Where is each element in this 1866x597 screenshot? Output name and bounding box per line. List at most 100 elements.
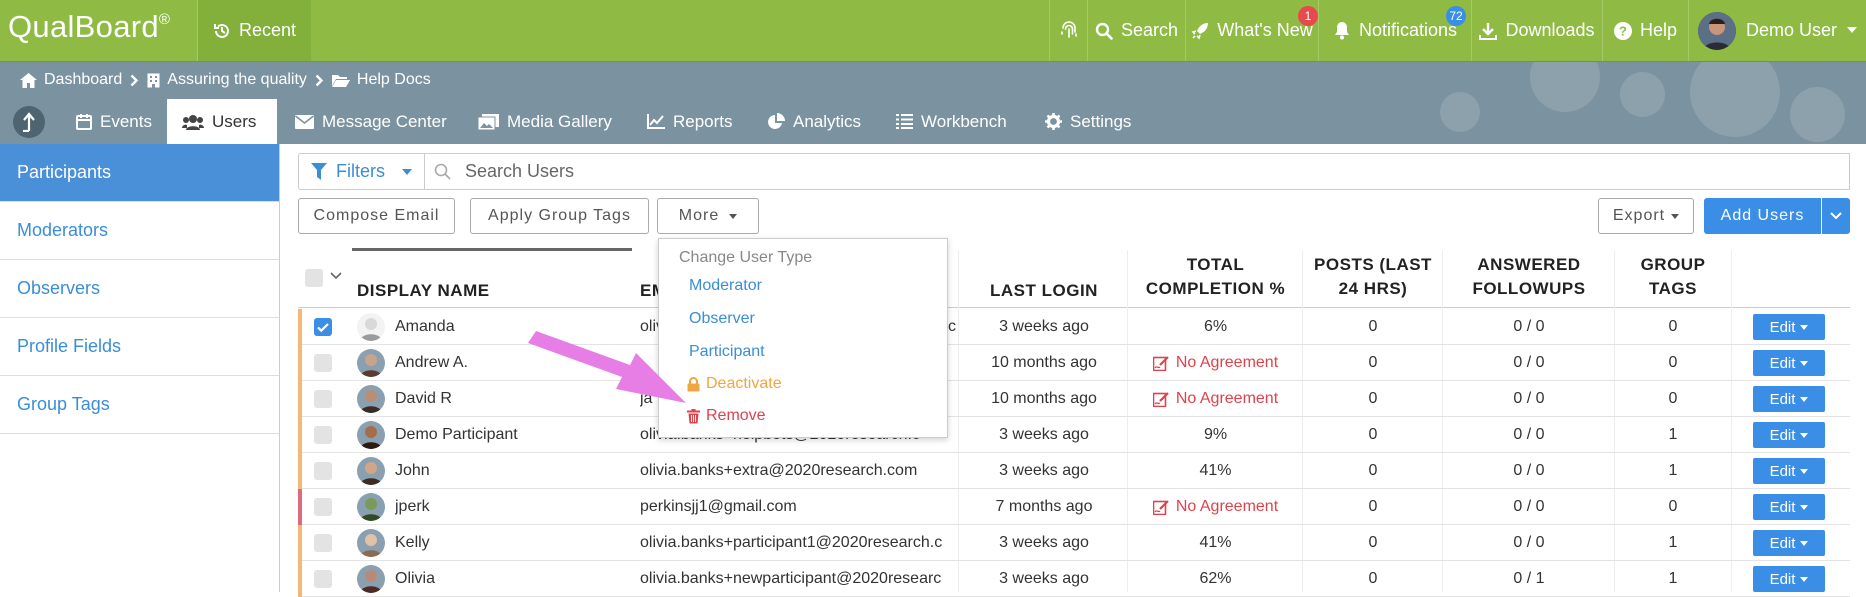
search-icon xyxy=(1095,22,1113,40)
notifications-button[interactable]: Notifications 72 xyxy=(1318,0,1471,61)
row-edit-button[interactable]: Edit xyxy=(1753,566,1825,592)
breadcrumb-help-docs[interactable]: Help Docs xyxy=(331,71,431,89)
compose-email-button[interactable]: Compose Email xyxy=(298,198,455,234)
row-checkbox[interactable] xyxy=(314,498,332,516)
row-checkbox[interactable] xyxy=(314,426,332,444)
table-row[interactable]: jperk perkinsjj1@gmail.com 7 months ago No … xyxy=(298,489,1850,525)
display-name-cell[interactable]: John xyxy=(395,453,625,489)
level-up-icon xyxy=(22,112,36,132)
tab-workbench[interactable]: Workbench xyxy=(881,99,1022,144)
display-name-cell[interactable]: Kelly xyxy=(395,525,625,561)
group-tags-cell: 0 xyxy=(1668,354,1678,371)
add-users-options-toggle[interactable] xyxy=(1822,198,1850,234)
rocket-icon xyxy=(1191,22,1209,40)
avatar xyxy=(357,565,385,593)
tab-reports[interactable]: Reports xyxy=(632,99,748,144)
select-all-checkbox[interactable] xyxy=(305,269,323,287)
tab-users[interactable]: Users xyxy=(167,99,277,144)
sidebar-item-moderators[interactable]: Moderators xyxy=(0,202,279,260)
help-button[interactable]: ? Help xyxy=(1602,0,1688,61)
qualboard-logo[interactable]: QualBoard® xyxy=(8,9,170,45)
column-last-login[interactable]: LAST LOGIN xyxy=(960,250,1128,307)
search-users-input[interactable] xyxy=(463,160,1267,183)
group-tags-cell: 0 xyxy=(1668,390,1678,407)
add-users-button[interactable]: Add Users xyxy=(1704,198,1821,234)
search-button[interactable]: Search xyxy=(1087,0,1185,61)
caret-down-icon xyxy=(1800,432,1809,438)
table-row[interactable]: John olivia.banks+extra@2020research.com 3… xyxy=(298,453,1850,489)
fingerprint-button[interactable] xyxy=(1049,0,1087,61)
display-name-cell[interactable]: jperk xyxy=(395,489,625,525)
row-checkbox[interactable] xyxy=(314,318,332,336)
row-edit-button[interactable]: Edit xyxy=(1753,386,1825,412)
sidebar-item-observers[interactable]: Observers xyxy=(0,260,279,318)
group-tags-cell: 1 xyxy=(1668,534,1678,551)
downloads-button[interactable]: Downloads xyxy=(1471,0,1602,61)
tab-analytics[interactable]: Analytics xyxy=(752,99,876,144)
filters-dropdown[interactable]: Filters xyxy=(298,153,425,190)
menu-item-observer[interactable]: Observer xyxy=(689,310,755,328)
group-tags-cell: 0 xyxy=(1668,318,1678,335)
menu-item-moderator[interactable]: Moderator xyxy=(689,277,762,295)
row-checkbox[interactable] xyxy=(314,534,332,552)
export-button[interactable]: Export xyxy=(1598,198,1694,234)
group-tags-cell: 0 xyxy=(1668,498,1678,515)
breadcrumb-dashboard[interactable]: Dashboard xyxy=(20,71,122,89)
row-checkbox[interactable] xyxy=(314,354,332,372)
column-total-completion[interactable]: TOTAL COMPLETION % xyxy=(1128,250,1303,307)
sidebar-item-participants[interactable]: Participants xyxy=(0,144,279,202)
user-menu-button[interactable]: Demo User xyxy=(1688,0,1866,61)
back-up-button[interactable] xyxy=(13,106,45,138)
sidebar-item-profile-fields[interactable]: Profile Fields xyxy=(0,318,279,376)
completion-cell: 41% xyxy=(1199,462,1232,479)
column-display-name[interactable]: DISPLAY NAME xyxy=(352,250,632,307)
posts-cell: 0 xyxy=(1368,318,1378,335)
row-edit-button[interactable]: Edit xyxy=(1753,458,1825,484)
column-group-tags[interactable]: GROUP TAGS xyxy=(1615,250,1731,307)
tab-media-gallery[interactable]: Media Gallery xyxy=(463,99,627,144)
avatar xyxy=(357,421,385,449)
apply-group-tags-button[interactable]: Apply Group Tags xyxy=(470,198,649,234)
tab-events[interactable]: Events xyxy=(61,99,167,144)
table-row[interactable]: Kelly olivia.banks+participant1@2020resea… xyxy=(298,525,1850,561)
sidebar-item-group-tags[interactable]: Group Tags xyxy=(0,376,279,434)
column-posts[interactable]: POSTS (LAST 24 HRS) xyxy=(1303,250,1443,307)
fingerprint-icon xyxy=(1059,20,1079,42)
recent-button[interactable]: Recent xyxy=(197,0,312,61)
select-all-menu-toggle[interactable] xyxy=(330,272,342,280)
email-cell-overflow xyxy=(948,453,960,489)
whats-new-button[interactable]: What's New 1 xyxy=(1185,0,1318,61)
answered-followups-cell: 0 / 0 xyxy=(1513,390,1545,407)
row-checkbox[interactable] xyxy=(314,390,332,408)
caret-down-icon xyxy=(402,168,412,175)
row-checkbox[interactable] xyxy=(314,570,332,588)
row-edit-button[interactable]: Edit xyxy=(1753,350,1825,376)
caret-down-icon xyxy=(1847,27,1858,34)
row-edit-button[interactable]: Edit xyxy=(1753,422,1825,448)
column-answered-followups[interactable]: ANSWERED FOLLOWUPS xyxy=(1443,250,1615,307)
menu-section-header: Change User Type xyxy=(679,249,813,266)
download-icon xyxy=(1479,22,1498,40)
more-dropdown-button[interactable]: More xyxy=(657,198,759,234)
breadcrumb-assuring-quality[interactable]: Assuring the quality xyxy=(147,71,307,89)
images-icon xyxy=(478,113,499,130)
whats-new-badge: 1 xyxy=(1298,6,1318,26)
row-checkbox[interactable] xyxy=(314,462,332,480)
menu-item-participant[interactable]: Participant xyxy=(689,343,765,361)
menu-item-remove[interactable]: Remove xyxy=(687,407,766,425)
tab-settings[interactable]: Settings xyxy=(1030,99,1146,144)
caret-down-icon xyxy=(1800,540,1809,546)
notifications-label: Notifications xyxy=(1358,20,1458,40)
users-icon xyxy=(182,114,204,130)
avatar xyxy=(357,313,385,341)
menu-item-deactivate[interactable]: Deactivate xyxy=(687,375,782,393)
email-cell-overflow xyxy=(948,417,960,453)
row-edit-button[interactable]: Edit xyxy=(1753,314,1825,340)
email-cell-overflow xyxy=(948,525,960,561)
row-edit-button[interactable]: Edit xyxy=(1753,494,1825,520)
last-login-cell: 7 months ago xyxy=(995,498,1093,515)
completion-cell: 9% xyxy=(1203,426,1228,443)
tab-message-center[interactable]: Message Center xyxy=(280,99,462,144)
completion-cell: No Agreement xyxy=(1128,489,1303,525)
row-edit-button[interactable]: Edit xyxy=(1753,530,1825,556)
